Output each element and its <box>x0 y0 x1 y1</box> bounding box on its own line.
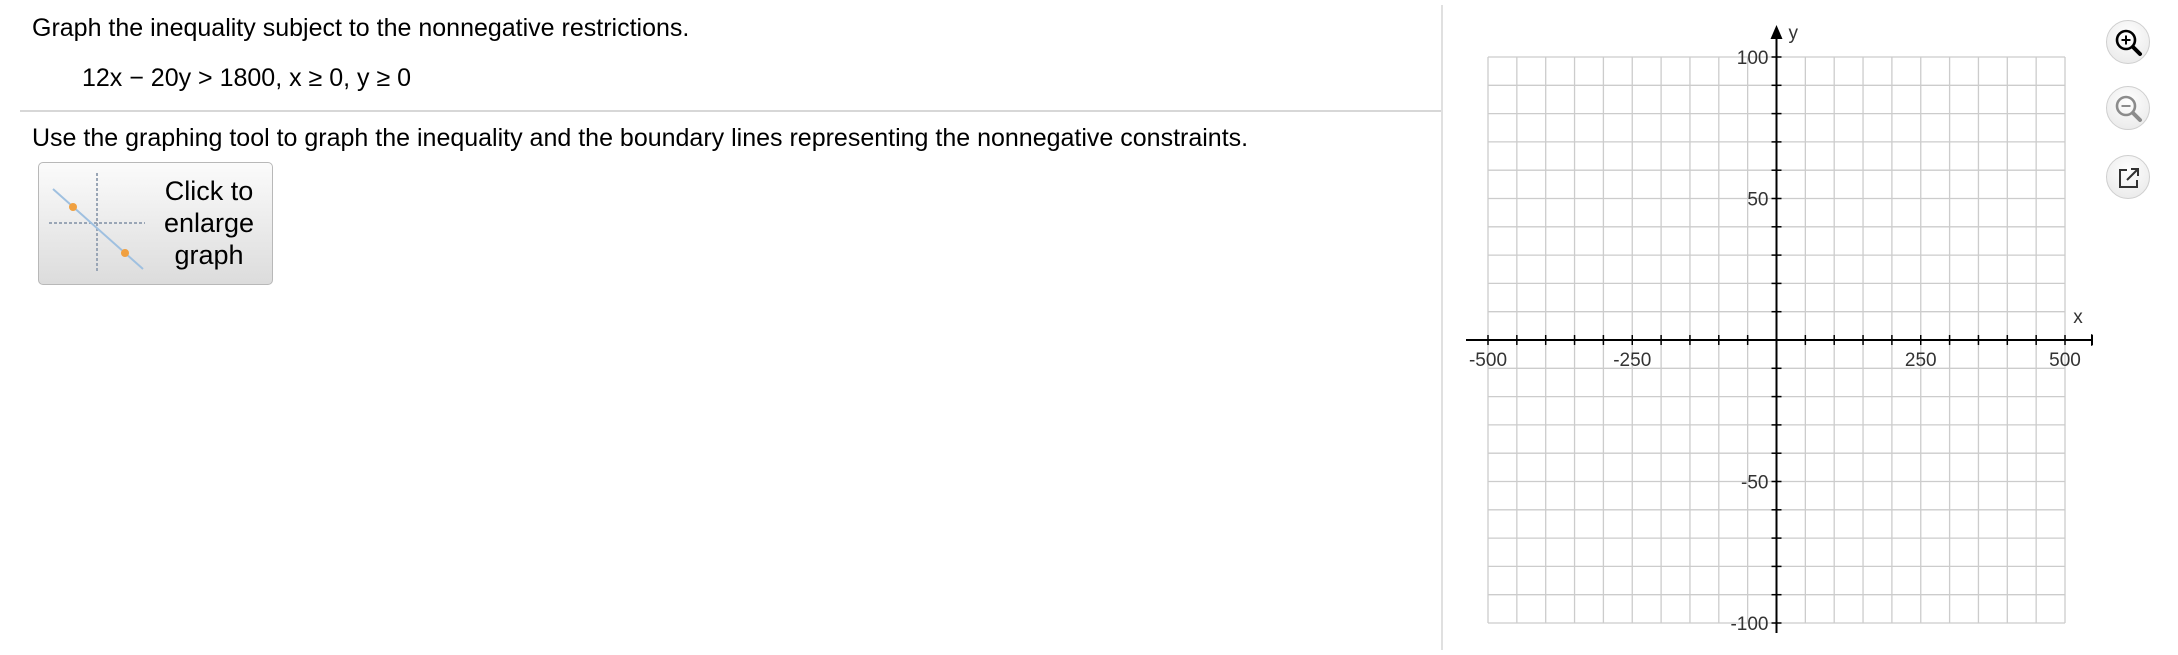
y-tick-label: 50 <box>1747 190 1768 211</box>
y-tick-label: -100 <box>1730 614 1768 635</box>
x-tick-label: 250 <box>1905 350 1937 371</box>
x-tick-label: -500 <box>1469 350 1507 371</box>
graph-panel[interactable]: -500 -250 250 500 100 50 -50 -100 x y <box>1443 0 2105 650</box>
zoom-in-icon <box>2115 29 2142 56</box>
x-axis-arrow <box>2091 334 2105 346</box>
enlarge-graph-label: Click to enlarge graph <box>163 176 255 270</box>
zoom-in-button[interactable] <box>2106 20 2150 64</box>
x-tick-label: -250 <box>1613 350 1651 371</box>
y-tick-label: -50 <box>1741 473 1768 494</box>
inequality-equation: 12x − 20y > 1800, x ≥ 0, y ≥ 0 <box>82 64 412 92</box>
y-axis-label: y <box>1789 23 1799 44</box>
graph-thumbnail-icon <box>49 173 145 273</box>
enlarge-graph-button[interactable]: Click to enlarge graph <box>38 162 273 285</box>
question-title: Graph the inequality subject to the nonn… <box>32 14 690 42</box>
popout-button[interactable] <box>2106 155 2150 199</box>
zoom-out-icon <box>2115 95 2142 122</box>
popout-icon <box>2119 168 2139 188</box>
zoom-out-button[interactable] <box>2106 86 2150 130</box>
coordinate-grid[interactable]: -500 -250 250 500 100 50 -50 -100 x y <box>1443 0 2105 650</box>
instructions-text: Use the graphing tool to graph the inequ… <box>32 124 1249 152</box>
y-axis-arrow <box>1770 25 1783 39</box>
x-axis-label: x <box>2073 307 2083 328</box>
question-pane: Graph the inequality subject to the nonn… <box>0 0 1441 650</box>
y-tick-label: 100 <box>1737 48 1769 69</box>
section-divider <box>20 110 1441 112</box>
x-tick-label: 500 <box>2049 350 2081 371</box>
